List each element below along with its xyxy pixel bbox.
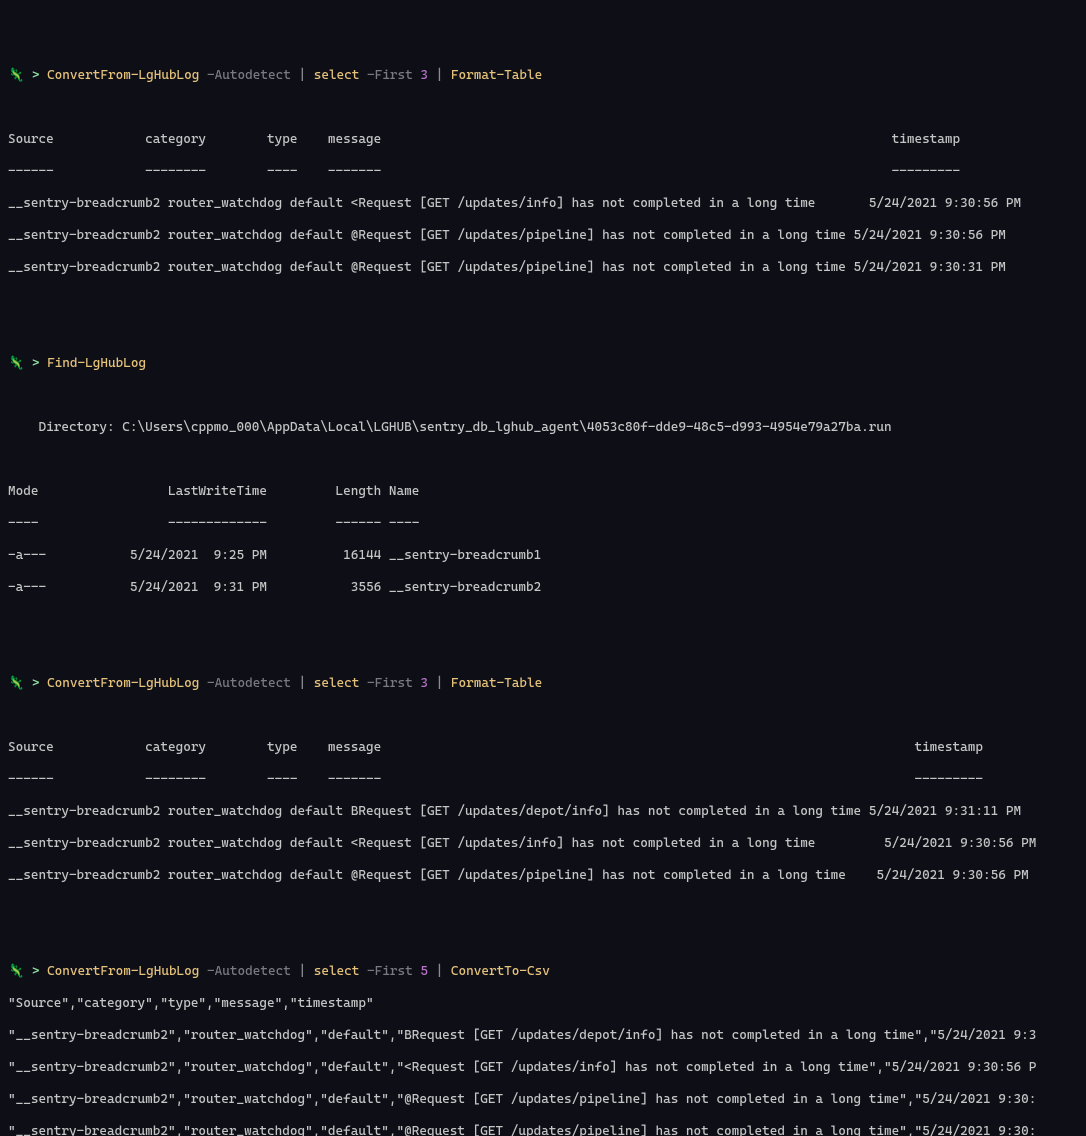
num-first: 5 [420,964,428,979]
dir-header: Mode LastWriteTime Length Name [8,484,1078,500]
param-first: -First [367,676,413,691]
dir-row: -a--- 5/24/2021 9:31 PM 3556 __sentry-br… [8,580,1078,596]
pipe-icon: | [298,964,306,979]
blank-line [8,388,1078,404]
table-row: __sentry-breadcrumb2 router_watchdog def… [8,260,1078,276]
table-header: Source category type message timestamp [8,132,1078,148]
blank-line [8,644,1078,660]
prompt-gt: > [32,356,40,371]
pipe-icon: | [436,676,444,691]
cmd-convertfrom: ConvertFrom-LgHubLog [47,964,199,979]
prompt-line-1[interactable]: 🦎 > ConvertFrom-LgHubLog -Autodetect | s… [8,68,1078,84]
csv-row: "__sentry-breadcrumb2","router_watchdog"… [8,1060,1078,1076]
param-autodetect: -Autodetect [207,68,291,83]
prompt-gt: > [32,676,40,691]
prompt-gt: > [32,964,40,979]
csv-row: "__sentry-breadcrumb2","router_watchdog"… [8,1092,1078,1108]
table-row: __sentry-breadcrumb2 router_watchdog def… [8,836,1078,852]
prompt-icon: 🦎 [8,964,24,979]
prompt-icon: 🦎 [8,356,24,371]
prompt-line-2[interactable]: 🦎 > Find-LgHubLog [8,356,1078,372]
pipe-icon: | [436,68,444,83]
pipe-icon: | [298,676,306,691]
param-first: -First [367,68,413,83]
param-first: -First [367,964,413,979]
dir-header-dash: ---- ------------- ------ ---- [8,516,1078,532]
directory-line: Directory: C:\Users\cppmo_000\AppData\Lo… [8,420,1078,436]
cmd-format-table: Format-Table [451,676,542,691]
blank-line [8,324,1078,340]
table-header-dash: ------ -------- ---- ------- --------- [8,772,1078,788]
cmd-find: Find-LgHubLog [47,356,146,371]
table-header-dash: ------ -------- ---- ------- --------- [8,164,1078,180]
cmd-select: select [314,676,360,691]
cmd-format-table: Format-Table [451,68,542,83]
csv-row: "__sentry-breadcrumb2","router_watchdog"… [8,1028,1078,1044]
prompt-icon: 🦎 [8,68,24,83]
table-row: __sentry-breadcrumb2 router_watchdog def… [8,228,1078,244]
blank-line [8,932,1078,948]
pipe-icon: | [436,964,444,979]
prompt-line-4[interactable]: 🦎 > ConvertFrom-LgHubLog -Autodetect | s… [8,964,1078,980]
csv-row: "Source","category","type","message","ti… [8,996,1078,1012]
cmd-convertfrom: ConvertFrom-LgHubLog [47,676,199,691]
table-row: __sentry-breadcrumb2 router_watchdog def… [8,196,1078,212]
cmd-select: select [314,68,360,83]
table-header: Source category type message timestamp [8,740,1078,756]
cmd-convertto-csv: ConvertTo-Csv [451,964,550,979]
prompt-gt: > [32,68,40,83]
num-first: 3 [420,676,428,691]
blank-line [8,900,1078,916]
param-autodetect: -Autodetect [207,964,291,979]
cmd-convertfrom: ConvertFrom-LgHubLog [47,68,199,83]
param-autodetect: -Autodetect [207,676,291,691]
num-first: 3 [420,68,428,83]
csv-row: "__sentry-breadcrumb2","router_watchdog"… [8,1124,1078,1136]
pipe-icon: | [298,68,306,83]
blank-line [8,708,1078,724]
dir-label: Directory: [8,420,122,435]
blank-line [8,100,1078,116]
dir-row: -a--- 5/24/2021 9:25 PM 16144 __sentry-b… [8,548,1078,564]
blank-line [8,452,1078,468]
blank-line [8,292,1078,308]
table-row: __sentry-breadcrumb2 router_watchdog def… [8,804,1078,820]
prompt-line-3[interactable]: 🦎 > ConvertFrom-LgHubLog -Autodetect | s… [8,676,1078,692]
prompt-icon: 🦎 [8,676,24,691]
table-row: __sentry-breadcrumb2 router_watchdog def… [8,868,1078,884]
cmd-select: select [314,964,360,979]
dir-path: C:\Users\cppmo_000\AppData\Local\LGHUB\s… [122,420,891,435]
blank-line [8,612,1078,628]
